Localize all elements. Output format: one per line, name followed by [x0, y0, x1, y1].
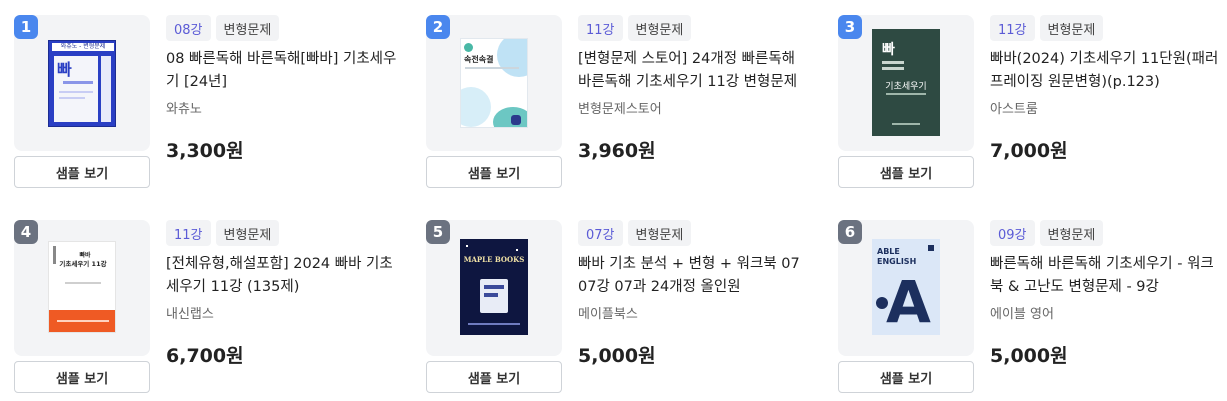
- type-tag: 변형문제: [1039, 220, 1104, 246]
- sample-view-button[interactable]: 샘플 보기: [426, 361, 562, 393]
- sample-view-button[interactable]: 샘플 보기: [426, 156, 562, 188]
- product-price: 3,960원: [578, 140, 656, 162]
- book-cover-image: MAPLE BOOKS: [460, 239, 528, 335]
- book-cover-image: 빠바 기초세우기 11강: [48, 241, 116, 333]
- lesson-tag: 11강: [166, 220, 211, 246]
- lesson-tag: 08강: [166, 15, 211, 41]
- product-card[interactable]: 빠 기초세우기 3 샘플 보기 11강 변형문제 빠바(2024) 기초세우기 …: [824, 15, 1224, 205]
- seller-name[interactable]: 변형문제스토어: [578, 98, 810, 117]
- product-price: 5,000원: [990, 345, 1068, 367]
- product-card[interactable]: ABLE ENGLISH A 6 샘플 보기 09강 변형문제 빠른독해 바른독…: [824, 220, 1224, 401]
- seller-name[interactable]: 와츄노: [166, 98, 398, 117]
- sample-view-button[interactable]: 샘플 보기: [14, 156, 150, 188]
- seller-name[interactable]: 에이블 영어: [990, 303, 1222, 322]
- seller-name[interactable]: 내신랩스: [166, 303, 398, 322]
- product-title[interactable]: 빠바 기초 분석 + 변형 + 워크북 07 07강 07과 24개정 올인원: [578, 253, 810, 299]
- product-info: 11강 변형문제 [변형문제 스토어] 24개정 빠른독해 바른독해 기초세우기…: [578, 15, 810, 163]
- product-price: 3,300원: [166, 140, 244, 162]
- book-cover-image: ABLE ENGLISH A: [872, 239, 940, 335]
- rank-badge: 4: [14, 220, 38, 244]
- seller-name[interactable]: 메이플북스: [578, 303, 810, 322]
- type-tag: 변형문제: [627, 220, 692, 246]
- cover-label: ABLE ENGLISH: [877, 247, 917, 266]
- book-cover-image: 빠 기초세우기: [872, 29, 940, 136]
- type-tag: 변형문제: [627, 15, 692, 41]
- cover-label: 기초세우기 11강: [59, 260, 107, 268]
- lesson-tag: 07강: [578, 220, 623, 246]
- lesson-tag: 09강: [990, 220, 1035, 246]
- cover-label: 속전속결: [464, 55, 494, 64]
- product-title[interactable]: 08 빠른독해 바른독해[빠바] 기초세우기 [24년]: [166, 48, 398, 94]
- sample-view-button[interactable]: 샘플 보기: [838, 361, 974, 393]
- book-cover-image: 와츄노 - 변형문제 빠: [48, 40, 116, 127]
- type-tag: 변형문제: [215, 15, 280, 41]
- product-info: 07강 변형문제 빠바 기초 분석 + 변형 + 워크북 07 07강 07과 …: [578, 220, 810, 368]
- product-title[interactable]: [전체유형,해설포함] 2024 빠바 기초세우기 11강 (135제): [166, 253, 398, 299]
- cover-label: 기초세우기: [885, 82, 927, 92]
- lesson-tag: 11강: [990, 15, 1035, 41]
- product-title[interactable]: 빠바(2024) 기초세우기 11단원(패러프레이징 원문변형)(p.123): [990, 48, 1222, 94]
- product-info: 09강 변형문제 빠른독해 바른독해 기초세우기 - 워크북 & 고난도 변형문…: [990, 220, 1222, 368]
- rank-badge: 6: [838, 220, 862, 244]
- product-price: 7,000원: [990, 140, 1068, 162]
- cover-label: 와츄노 - 변형문제: [52, 43, 114, 51]
- product-info: 11강 변형문제 빠바(2024) 기초세우기 11단원(패러프레이징 원문변형…: [990, 15, 1222, 163]
- seller-name[interactable]: 아스트룸: [990, 98, 1222, 117]
- rank-badge: 3: [838, 15, 862, 39]
- product-info: 08강 변형문제 08 빠른독해 바른독해[빠바] 기초세우기 [24년] 와츄…: [166, 15, 398, 163]
- book-cover-image: 속전속결: [460, 38, 528, 128]
- type-tag: 변형문제: [215, 220, 280, 246]
- product-title[interactable]: 빠른독해 바른독해 기초세우기 - 워크북 & 고난도 변형문제 - 9강: [990, 253, 1222, 299]
- product-price: 5,000원: [578, 345, 656, 367]
- product-info: 11강 변형문제 [전체유형,해설포함] 2024 빠바 기초세우기 11강 (…: [166, 220, 398, 368]
- product-price: 6,700원: [166, 345, 244, 367]
- rank-badge: 1: [14, 15, 38, 39]
- product-card[interactable]: MAPLE BOOKS 5 샘플 보기 07강 변형문제 빠바 기초 분석 + …: [412, 220, 812, 401]
- sample-view-button[interactable]: 샘플 보기: [14, 361, 150, 393]
- lesson-tag: 11강: [578, 15, 623, 41]
- product-card[interactable]: 와츄노 - 변형문제 빠 1 샘플 보기 08강 변형문제 08 빠른독해 바른…: [0, 15, 400, 205]
- rank-badge: 5: [426, 220, 450, 244]
- product-card[interactable]: 속전속결 2 샘플 보기 11강 변형문제 [변형문제 스토어] 24개정 빠른…: [412, 15, 812, 205]
- product-title[interactable]: [변형문제 스토어] 24개정 빠른독해 바른독해 기초세우기 11강 변형문제: [578, 48, 810, 94]
- cover-label: MAPLE BOOKS: [463, 255, 525, 264]
- product-card[interactable]: 빠바 기초세우기 11강 4 샘플 보기 11강 변형문제 [전체유형,해설포함…: [0, 220, 400, 401]
- rank-badge: 2: [426, 15, 450, 39]
- type-tag: 변형문제: [1039, 15, 1104, 41]
- sample-view-button[interactable]: 샘플 보기: [838, 156, 974, 188]
